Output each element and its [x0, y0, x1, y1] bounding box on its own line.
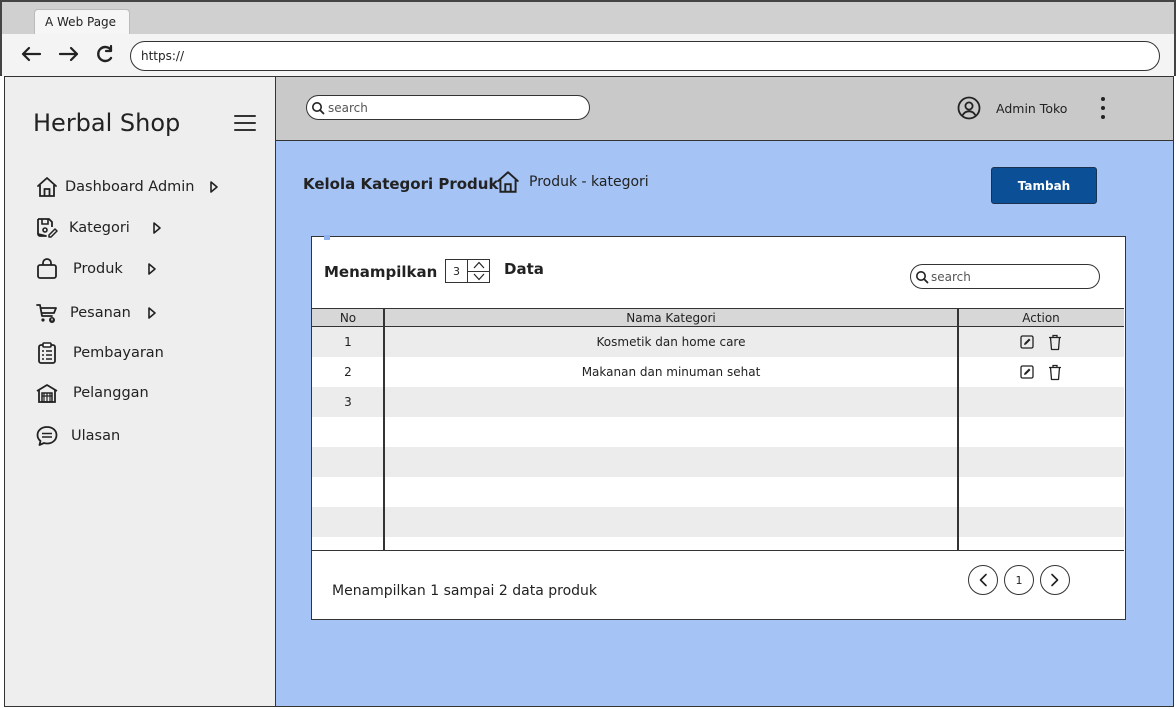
edit-icon[interactable] — [1020, 335, 1034, 349]
user-circle-icon — [956, 95, 982, 121]
triangle-right-icon — [147, 306, 159, 320]
user-menu[interactable]: Admin Toko — [956, 95, 1067, 121]
category-table-card: Menampilkan 3 Data search No Nama Katego… — [311, 235, 1126, 620]
clipboard-icon — [35, 341, 59, 365]
column-divider — [383, 309, 385, 550]
breadcrumb: Produk - kategori — [495, 169, 649, 195]
page-title: Kelola Kategori Produk — [303, 175, 499, 193]
triangle-right-icon — [147, 262, 159, 276]
table-row-empty — [312, 507, 1124, 537]
save-edit-icon — [35, 216, 59, 240]
entries-stepper[interactable]: 3 — [445, 259, 490, 283]
sidebar-item-produk[interactable]: Produk — [35, 255, 159, 283]
stepper-value: 3 — [446, 260, 468, 282]
sidebar-item-pelanggan[interactable]: Pelanggan — [35, 379, 149, 407]
home-icon — [35, 175, 59, 199]
table-row-empty — [312, 417, 1124, 447]
next-page-button[interactable] — [1040, 565, 1070, 595]
app-frame: Herbal Shop Dashboard Admin Kategori Pro… — [4, 76, 1174, 707]
table-row: 1 Kosmetik dan home care — [312, 327, 1124, 357]
browser-tab-title: A Web Page — [45, 15, 117, 29]
sidebar-item-label: Produk — [73, 261, 123, 277]
browser-tab[interactable]: A Web Page — [34, 9, 130, 34]
search-placeholder: search — [931, 269, 971, 284]
cell-no: 3 — [344, 395, 352, 409]
search-icon — [915, 270, 929, 284]
home-icon[interactable] — [495, 169, 521, 195]
table-row-empty — [312, 447, 1124, 477]
chevron-down-icon[interactable] — [468, 270, 489, 283]
cell-name: Kosmetik dan home care — [596, 335, 746, 349]
sidebar: Herbal Shop Dashboard Admin Kategori Pro… — [5, 77, 276, 706]
user-name: Admin Toko — [996, 100, 1068, 116]
back-arrow-icon[interactable] — [18, 40, 44, 68]
chevron-up-icon[interactable] — [468, 260, 489, 271]
add-category-button[interactable]: Tambah — [991, 167, 1097, 204]
forward-arrow-icon[interactable] — [56, 40, 82, 68]
hamburger-menu-icon[interactable] — [233, 111, 257, 135]
cart-icon — [35, 301, 59, 325]
store-icon — [35, 381, 59, 405]
column-divider — [957, 309, 959, 550]
cell-name: Makanan dan minuman sehat — [581, 365, 761, 379]
main-content: Kelola Kategori Produk Produk - kategori… — [276, 141, 1173, 706]
url-text: https:// — [141, 49, 185, 63]
prev-page-button[interactable] — [968, 565, 998, 595]
search-icon — [311, 101, 325, 115]
cell-action — [958, 327, 1124, 357]
table-header: No Nama Kategori Action — [312, 309, 1124, 327]
table-search-input[interactable]: search — [910, 264, 1100, 289]
brand-title: Herbal Shop — [33, 109, 181, 137]
tab-strip — [2, 2, 1174, 34]
sidebar-item-label: Kategori — [69, 220, 130, 236]
sidebar-item-label: Pelanggan — [73, 385, 149, 401]
top-bar: search Admin Toko — [276, 77, 1173, 141]
sidebar-item-pembayaran[interactable]: Pembayaran — [35, 339, 164, 367]
column-header-name: Nama Kategori — [626, 310, 716, 325]
url-bar[interactable]: https:// — [130, 41, 1160, 71]
sidebar-item-label: Dashboard Admin — [65, 179, 195, 195]
sidebar-item-label: Pesanan — [70, 305, 131, 321]
sidebar-item-pesanan[interactable]: Pesanan — [35, 299, 159, 327]
reload-icon[interactable] — [92, 40, 118, 68]
breadcrumb-label[interactable]: Produk - kategori — [529, 174, 649, 190]
card-marker — [324, 235, 330, 240]
sidebar-item-label: Pembayaran — [73, 345, 164, 361]
column-header-action: Action — [1022, 310, 1060, 325]
triangle-right-icon — [152, 221, 164, 235]
pagination: 1 — [968, 565, 1070, 595]
more-vertical-icon[interactable] — [1096, 95, 1110, 121]
search-placeholder: search — [328, 100, 368, 115]
table-row: 3 — [312, 387, 1124, 417]
category-table: No Nama Kategori Action 1 Kosmetik dan h… — [312, 308, 1124, 551]
edit-icon[interactable] — [1020, 365, 1034, 379]
search-input[interactable]: search — [306, 95, 590, 120]
sidebar-item-label: Ulasan — [71, 428, 121, 444]
table-row: 2 Makanan dan minuman sehat — [312, 357, 1124, 387]
sidebar-item-dashboard[interactable]: Dashboard Admin — [35, 173, 221, 201]
data-label: Data — [504, 260, 544, 278]
sidebar-item-ulasan[interactable]: Ulasan — [35, 422, 120, 450]
cell-action — [958, 357, 1124, 387]
trash-icon[interactable] — [1048, 364, 1062, 381]
browser-chrome: A Web Page https:// — [0, 0, 1176, 76]
chevron-right-icon — [1051, 573, 1059, 587]
table-summary: Menampilkan 1 sampai 2 data produk — [332, 583, 597, 599]
cell-no: 2 — [344, 365, 352, 379]
chat-icon — [35, 424, 59, 448]
show-label: Menampilkan — [324, 263, 438, 281]
triangle-right-icon — [209, 180, 221, 194]
sidebar-item-kategori[interactable]: Kategori — [35, 214, 164, 242]
cell-name — [384, 387, 958, 417]
trash-icon[interactable] — [1048, 334, 1062, 351]
page-number-button[interactable]: 1 — [1004, 565, 1034, 595]
shopping-bag-icon — [35, 257, 59, 281]
column-header-no: No — [339, 310, 357, 325]
table-row-empty — [312, 477, 1124, 507]
cell-no: 1 — [344, 335, 352, 349]
chevron-left-icon — [979, 573, 987, 587]
